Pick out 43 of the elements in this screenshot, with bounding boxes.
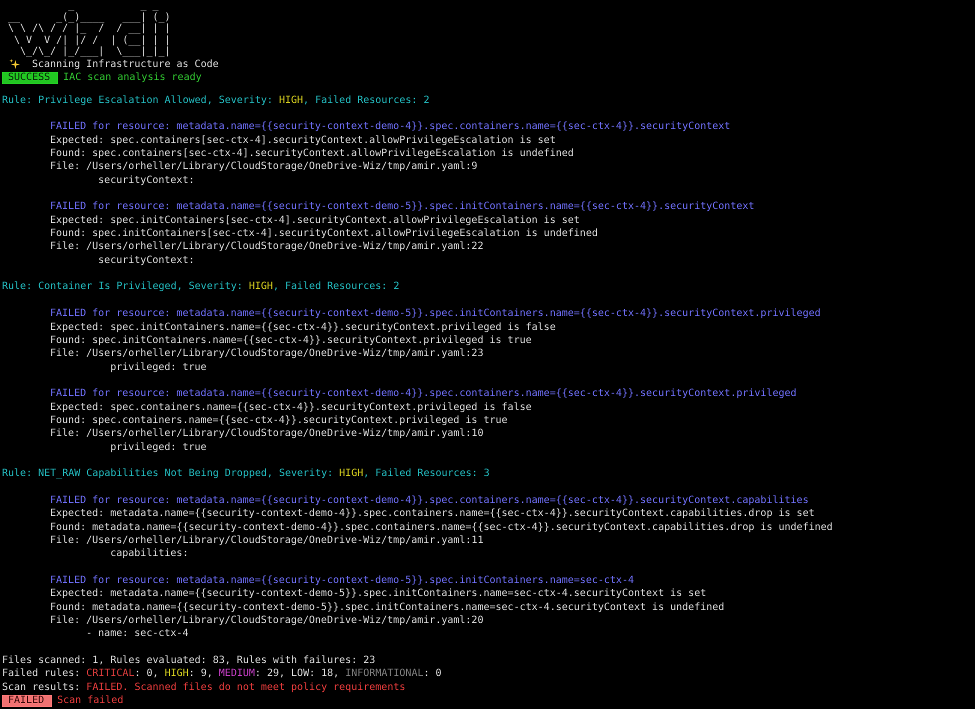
found-text: Found: metadata.name={{security-context-demo-5}}.spec.initContainers.name=sec-ctx-4.securityContext is undefined <box>50 600 726 614</box>
tagline: Scanning Infrastructure as Code <box>32 58 219 72</box>
expected-text: Expected: spec.containers.name={{sec-ctx-4}}.securityContext.privileged is false <box>50 400 533 414</box>
sparkle-icon <box>9 59 20 70</box>
code-snippet: privileged: true <box>109 360 208 374</box>
finding-header: FAILED for resource: metadata.name={{security-context-demo-4}}.spec.containers.name={{sec-ctx-4}}.securityContext <box>50 120 732 134</box>
finding-header: FAILED for resource: metadata.name={{security-context-demo-4}}.spec.containers.name={{sec-ctx-4}}.securityContext.privileged <box>50 387 798 401</box>
finding-header: FAILED for resource: metadata.name={{security-context-demo-5}}.spec.initContainers.name={{sec-ctx-4}}.securityContext.privileged <box>50 307 822 320</box>
found-text: Found: spec.initContainers[sec-ctx-4].securityContext.allowPrivilegeEscalation is undefined <box>50 227 599 240</box>
rule-heading: Rule: NET_RAW Capabilities Not Being Dropped, Severity: HIGH, Failed Resources: 3 <box>2 467 491 481</box>
expected-text: Expected: spec.initContainers[sec-ctx-4].securityContext.allowPrivilegeEscalation is set <box>50 214 581 228</box>
code-snippet: capabilities: <box>109 547 190 561</box>
finding-header: FAILED for resource: metadata.name={{security-context-demo-5}}.spec.initContainers.name={{sec-ctx-4}}.securityContext <box>50 200 756 214</box>
scan-results-text: Scan results: FAILED. Scanned files do not meet policy requirements <box>2 680 406 694</box>
code-snippet: - name: sec-ctx-4 <box>85 627 190 641</box>
scan-totals: Files scanned: 1, Rules evaluated: 83, Rules with failures: 23 <box>2 654 376 668</box>
expected-text: Expected: spec.initContainers.name={{sec-ctx-4}}.securityContext.privileged is false <box>50 320 557 334</box>
status-badge: FAILED <box>2 694 52 707</box>
expected-text: Expected: metadata.name={{security-context-demo-4}}.spec.containers.name={{sec-ctx-4}}.securityContext.capabilities.drop is set <box>50 507 816 521</box>
finding-header: FAILED for resource: metadata.name={{security-context-demo-5}}.spec.initContainers.name=sec-ctx-4 <box>50 574 635 588</box>
status-badge: SUCCESS <box>2 72 58 84</box>
code-snippet: securityContext: <box>97 174 196 188</box>
ascii-logo: _ _ _ __ _(_)____ ___| (_) \ \ /\ / / |_ / / __| | | \ V V /| |/ / | (__| | | \_/\_/ |_/___| \___|_|_| <box>8 0 171 58</box>
status-message: IAC scan analysis ready <box>63 71 202 85</box>
file-path: File: /Users/orheller/Library/CloudStorage/OneDrive-Wiz/tmp/amir.yaml:23 <box>50 347 484 361</box>
rule-heading: Rule: Privilege Escalation Allowed, Severity: HIGH, Failed Resources: 2 <box>2 94 430 107</box>
file-path: File: /Users/orheller/Library/CloudStorage/OneDrive-Wiz/tmp/amir.yaml:10 <box>50 427 484 441</box>
rule-heading: Rule: Container Is Privileged, Severity: HIGH, Failed Resources: 2 <box>2 280 400 294</box>
found-text: Found: metadata.name={{security-context-demo-4}}.spec.containers.name={{sec-ctx-4}}.securityContext.capabilities.drop is undefined <box>50 520 834 534</box>
found-text: Found: spec.containers[sec-ctx-4].securityContext.allowPrivilegeEscalation is undefined <box>50 147 575 160</box>
file-path: File: /Users/orheller/Library/CloudStorage/OneDrive-Wiz/tmp/amir.yaml:9 <box>50 160 478 174</box>
failed-rules-text: Failed rules: CRITICAL: 0, HIGH: 9, MEDIUM: 29, LOW: 18, INFORMATIONAL: 0 <box>2 667 443 681</box>
code-snippet: privileged: true <box>109 440 208 454</box>
code-snippet: securityContext: <box>97 254 196 268</box>
file-path: File: /Users/orheller/Library/CloudStorage/OneDrive-Wiz/tmp/amir.yaml:20 <box>50 614 484 628</box>
found-text: Found: spec.containers.name={{sec-ctx-4}}.securityContext.privileged is true <box>50 414 509 428</box>
expected-text: Expected: metadata.name={{security-context-demo-5}}.spec.initContainers.name=sec-ctx-4.securityContext is set <box>50 587 708 601</box>
file-path: File: /Users/orheller/Library/CloudStorage/OneDrive-Wiz/tmp/amir.yaml:11 <box>50 534 484 548</box>
file-path: File: /Users/orheller/Library/CloudStorage/OneDrive-Wiz/tmp/amir.yaml:22 <box>50 240 484 254</box>
found-text: Found: spec.initContainers.name={{sec-ctx-4}}.securityContext.privileged is true <box>50 334 533 348</box>
status-message: Scan failed <box>57 694 124 708</box>
finding-header: FAILED for resource: metadata.name={{security-context-demo-4}}.spec.containers.name={{sec-ctx-4}}.securityContext.capabilities <box>50 494 810 508</box>
expected-text: Expected: spec.containers[sec-ctx-4].securityContext.allowPrivilegeEscalation is set <box>50 134 557 148</box>
